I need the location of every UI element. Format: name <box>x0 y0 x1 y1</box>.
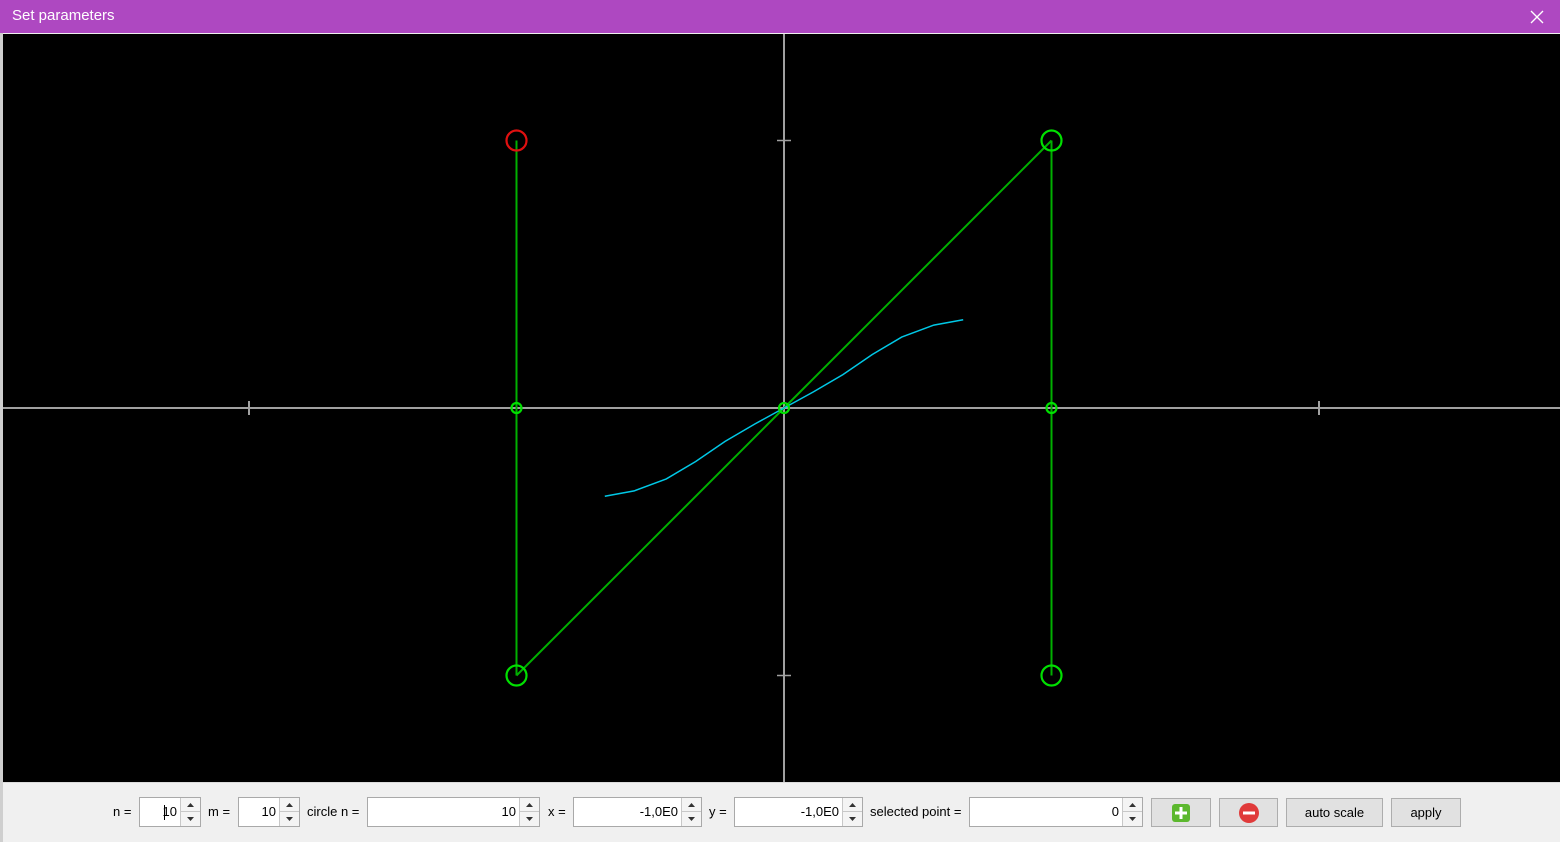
arrow-down-icon <box>286 817 293 821</box>
circle-n-value[interactable]: 10 <box>370 798 519 826</box>
close-button[interactable] <box>1514 0 1560 33</box>
m-increment-button[interactable] <box>280 798 299 812</box>
axes <box>3 34 1560 782</box>
x-increment-button[interactable] <box>682 798 701 812</box>
arrow-up-icon <box>526 802 533 807</box>
x-label: x = <box>548 804 566 819</box>
parameter-toolbar: n = 10 m = 10 circle n = 10 x = -1,0E0 y… <box>3 782 1560 842</box>
x-value[interactable]: -1,0E0 <box>576 798 681 826</box>
x-decrement-button[interactable] <box>682 812 701 826</box>
m-spin-arrows <box>279 798 299 826</box>
n-spin-arrows <box>180 798 200 826</box>
arrow-up-icon <box>286 802 293 807</box>
arrow-up-icon <box>688 802 695 807</box>
plot-svg[interactable] <box>3 34 1560 782</box>
x-spinbox[interactable]: -1,0E0 <box>573 797 702 827</box>
y-increment-button[interactable] <box>843 798 862 812</box>
add-point-button[interactable] <box>1151 798 1211 827</box>
circle-n-increment-button[interactable] <box>520 798 539 812</box>
circle-n-spinbox[interactable]: 10 <box>367 797 540 827</box>
minus-icon <box>1238 802 1259 823</box>
y-spin-arrows <box>842 798 862 826</box>
arrow-up-icon <box>849 802 856 807</box>
m-decrement-button[interactable] <box>280 812 299 826</box>
m-spinbox[interactable]: 10 <box>238 797 300 827</box>
m-value[interactable]: 10 <box>241 798 279 826</box>
control-polygon-segment <box>783 139 1053 409</box>
plot-canvas[interactable] <box>3 34 1560 782</box>
arrow-down-icon <box>526 817 533 821</box>
selected-point-value[interactable]: 0 <box>972 798 1122 826</box>
arrow-down-icon <box>849 817 856 821</box>
arrow-up-icon <box>1129 802 1136 807</box>
m-label: m = <box>208 804 231 819</box>
arrow-down-icon <box>187 817 194 821</box>
y-value[interactable]: -1,0E0 <box>737 798 842 826</box>
close-icon <box>1530 10 1544 23</box>
control-polygon-segment <box>515 407 785 677</box>
circle-n-label: circle n = <box>307 804 360 819</box>
selected-point-label: selected point = <box>870 804 962 819</box>
n-increment-button[interactable] <box>181 798 200 812</box>
circle-n-decrement-button[interactable] <box>520 812 539 826</box>
n-label: n = <box>113 804 132 819</box>
auto-scale-button[interactable]: auto scale <box>1286 798 1383 827</box>
selected-point-spinbox[interactable]: 0 <box>969 797 1143 827</box>
selected-point-spin-arrows <box>1122 798 1142 826</box>
arrow-down-icon <box>688 817 695 821</box>
n-decrement-button[interactable] <box>181 812 200 826</box>
y-spinbox[interactable]: -1,0E0 <box>734 797 863 827</box>
y-decrement-button[interactable] <box>843 812 862 826</box>
remove-point-button[interactable] <box>1219 798 1278 827</box>
window-title: Set parameters <box>12 7 115 24</box>
arrow-up-icon <box>187 802 194 807</box>
selected-point-increment-button[interactable] <box>1123 798 1142 812</box>
apply-button[interactable]: apply <box>1391 798 1461 827</box>
selected-point-decrement-button[interactable] <box>1123 812 1142 826</box>
y-label: y = <box>709 804 727 819</box>
arrow-down-icon <box>1129 817 1136 821</box>
x-spin-arrows <box>681 798 701 826</box>
n-value[interactable]: 10 <box>142 798 180 826</box>
circle-n-spin-arrows <box>519 798 539 826</box>
plus-icon <box>1172 803 1190 822</box>
n-spinbox[interactable]: 10 <box>139 797 201 827</box>
title-bar: Set parameters <box>0 0 1560 33</box>
